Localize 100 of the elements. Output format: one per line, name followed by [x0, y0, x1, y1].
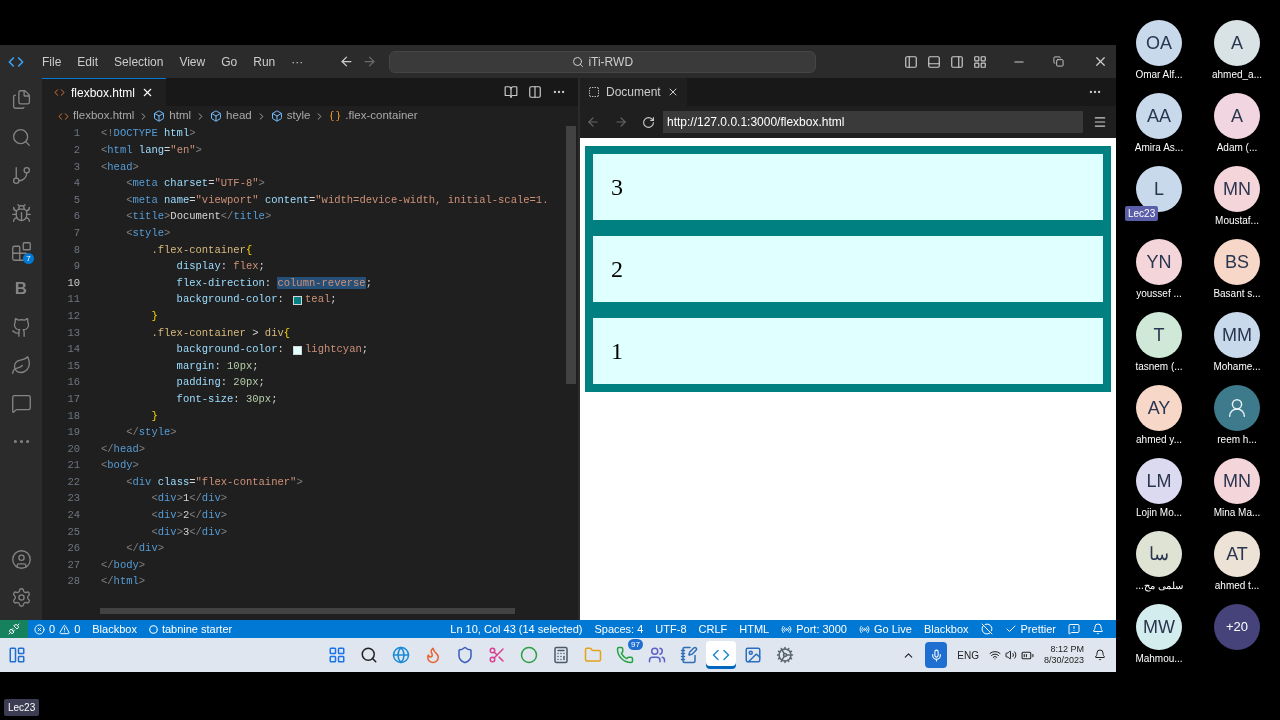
avatar[interactable]: MN: [1214, 166, 1260, 212]
scrollbar-thumb[interactable]: [100, 608, 515, 614]
line-number: 5: [72, 192, 80, 208]
menu-item[interactable]: Edit: [69, 52, 107, 71]
language-indicator[interactable]: ENG: [957, 647, 979, 663]
preview-icon[interactable]: [504, 85, 518, 99]
status-item[interactable]: Blackbox: [86, 620, 143, 638]
bug-icon[interactable]: [10, 202, 32, 224]
sidebar-toggle-icon[interactable]: [904, 54, 918, 69]
warning-count[interactable]: 0: [74, 620, 81, 638]
avatar[interactable]: AA: [1136, 93, 1182, 139]
avatar[interactable]: T: [1136, 312, 1182, 358]
layout-icon[interactable]: [973, 54, 987, 69]
avatar[interactable]: A: [1214, 20, 1260, 66]
error-icon[interactable]: [34, 623, 45, 635]
status-item[interactable]: Go Live: [873, 620, 912, 638]
clock-date[interactable]: 8/30/2023: [1043, 655, 1084, 666]
status-item[interactable]: tabnine starter: [161, 620, 233, 638]
avatar[interactable]: سا: [1136, 531, 1182, 577]
menu-item[interactable]: Go: [213, 52, 246, 71]
breadcrumb[interactable]: style: [286, 107, 311, 125]
settings-icon[interactable]: [10, 586, 32, 608]
avatar[interactable]: OA: [1136, 20, 1182, 66]
avatar[interactable]: AY: [1136, 385, 1182, 431]
search-icon[interactable]: [10, 126, 32, 148]
cat-icon[interactable]: [10, 316, 32, 338]
avatar[interactable]: YN: [1136, 239, 1182, 285]
avatar[interactable]: MN: [1214, 458, 1260, 504]
code-line: <body>: [101, 458, 139, 474]
taskbar-button[interactable]: 97: [610, 641, 640, 669]
status-item[interactable]: Ln 10, Col 43 (14 selected): [444, 620, 589, 638]
status-item[interactable]: Port: 3000: [796, 620, 847, 638]
code-line: <style>: [125, 226, 171, 241]
avatar[interactable]: LM: [1136, 458, 1182, 504]
participant-name: ahmed_a...: [1211, 68, 1262, 82]
command-center[interactable]: iTi-RWD: [389, 50, 817, 73]
sidebar-toggle-icon[interactable]: [950, 54, 964, 69]
status-item[interactable]: Blackbox: [917, 620, 975, 638]
breadcrumb[interactable]: html: [169, 107, 192, 125]
chat-icon[interactable]: [10, 392, 32, 414]
color-swatch[interactable]: [293, 345, 303, 355]
browser-tab[interactable]: Document: [580, 78, 687, 106]
status-item[interactable]: Prettier: [1020, 620, 1056, 638]
forward-icon[interactable]: [614, 115, 628, 129]
status-item[interactable]: CRLF: [692, 620, 734, 638]
menu-item[interactable]: Selection: [106, 52, 172, 71]
menu-item[interactable]: File: [34, 52, 70, 71]
close-icon[interactable]: [1093, 54, 1108, 69]
avatar[interactable]: AT: [1214, 531, 1260, 577]
reload-icon[interactable]: [642, 115, 655, 129]
code-line: }: [150, 308, 158, 324]
restore-icon[interactable]: [1053, 56, 1064, 67]
taskbar-button[interactable]: [706, 641, 736, 669]
feedback-icon[interactable]: [1068, 623, 1080, 635]
editor-tab[interactable]: flexbox.html: [42, 78, 167, 106]
bell-icon[interactable]: [1092, 623, 1104, 635]
broadcast-icon: [781, 623, 793, 635]
participant-name: Mahmou...: [1135, 652, 1183, 666]
error-count[interactable]: 0: [49, 620, 56, 638]
clock-time[interactable]: 8:12 PM: [1050, 644, 1084, 655]
code-line: <head>: [101, 159, 139, 175]
avatar[interactable]: A: [1214, 93, 1260, 139]
wifi-icon[interactable]: [988, 649, 1001, 661]
status-item[interactable]: Spaces: 4: [588, 620, 650, 638]
panel-toggle-icon[interactable]: [927, 54, 941, 69]
avatar[interactable]: MW: [1136, 604, 1182, 650]
menu-item[interactable]: View: [171, 52, 214, 71]
forward-icon[interactable]: [362, 54, 378, 69]
breadcrumb[interactable]: flexbox.html: [73, 107, 135, 125]
avatar[interactable]: [1214, 385, 1260, 431]
warning-icon[interactable]: [59, 623, 71, 635]
url-field[interactable]: http://127.0.0.1:3000/flexbox.html: [663, 111, 1083, 133]
status-item[interactable]: HTML: [733, 620, 776, 638]
notification-icon[interactable]: [1094, 649, 1106, 661]
more-participants-button[interactable]: +20: [1214, 604, 1260, 650]
menu-icon[interactable]: [1093, 115, 1107, 129]
selector-icon: [329, 110, 342, 122]
volume-icon[interactable]: [1004, 649, 1017, 661]
breadcrumb[interactable]: .flex-container: [345, 107, 418, 125]
breadcrumb[interactable]: head: [226, 107, 252, 125]
avatar[interactable]: BS: [1214, 239, 1260, 285]
menu-item[interactable]: ···: [283, 52, 312, 71]
remote-button[interactable]: [0, 620, 28, 638]
status-item[interactable]: UTF-8: [649, 620, 693, 638]
leaf-icon[interactable]: [10, 354, 32, 376]
mic-button[interactable]: [925, 642, 948, 668]
files-icon[interactable]: [10, 88, 32, 110]
participant-name: tasnem (...: [1135, 360, 1183, 374]
blocks-icon[interactable]: [10, 240, 32, 262]
menu-item[interactable]: Run: [245, 52, 284, 71]
avatar[interactable]: MM: [1214, 312, 1260, 358]
participant-name: Moustaf...: [1215, 214, 1259, 228]
back-icon[interactable]: [339, 54, 355, 69]
activity-button[interactable]: B: [0, 270, 42, 308]
color-swatch[interactable]: [293, 295, 303, 305]
branch-icon[interactable]: [10, 164, 32, 186]
line-number: 4: [72, 176, 80, 192]
split-editor-icon[interactable]: [528, 85, 542, 99]
account-icon[interactable]: [10, 548, 32, 570]
scrollbar-thumb[interactable]: [566, 126, 576, 384]
